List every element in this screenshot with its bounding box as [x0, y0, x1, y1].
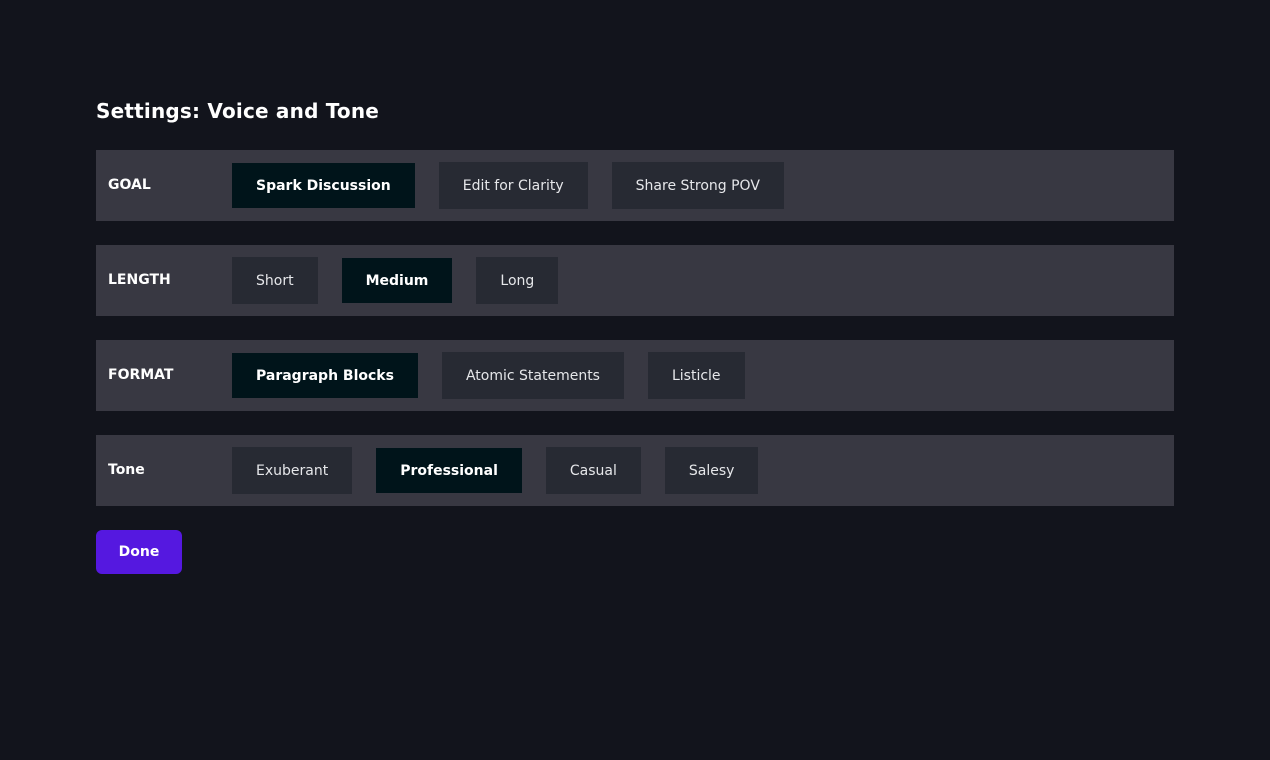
- length-option-short[interactable]: Short: [232, 257, 318, 304]
- tone-option-casual[interactable]: Casual: [545, 447, 641, 494]
- format-option-paragraph-blocks[interactable]: Paragraph Blocks: [232, 353, 418, 398]
- format-row: FORMAT Paragraph Blocks Atomic Statement…: [96, 340, 1174, 411]
- format-option-listicle[interactable]: Listicle: [647, 352, 745, 399]
- tone-option-exuberant[interactable]: Exuberant: [232, 447, 353, 494]
- length-options: Short Medium Long: [232, 257, 559, 304]
- length-label: LENGTH: [108, 272, 171, 288]
- length-option-medium[interactable]: Medium: [341, 258, 453, 303]
- goal-row: GOAL Spark Discussion Edit for Clarity S…: [96, 150, 1174, 221]
- goal-option-share-strong-pov[interactable]: Share Strong POV: [611, 162, 784, 209]
- tone-option-salesy[interactable]: Salesy: [664, 447, 759, 494]
- goal-option-edit-for-clarity[interactable]: Edit for Clarity: [438, 162, 588, 209]
- goal-option-spark-discussion[interactable]: Spark Discussion: [232, 163, 415, 208]
- tone-options: Exuberant Professional Casual Salesy: [232, 447, 759, 494]
- length-row: LENGTH Short Medium Long: [96, 245, 1174, 316]
- format-options: Paragraph Blocks Atomic Statements Listi…: [232, 352, 745, 399]
- tone-row: Tone Exuberant Professional Casual Sales…: [96, 435, 1174, 506]
- tone-label: Tone: [108, 462, 145, 478]
- done-button[interactable]: Done: [96, 530, 182, 574]
- goal-label: GOAL: [108, 177, 151, 193]
- tone-option-professional[interactable]: Professional: [376, 448, 522, 493]
- page-title: Settings: Voice and Tone: [96, 99, 380, 123]
- goal-options: Spark Discussion Edit for Clarity Share …: [232, 162, 784, 209]
- format-label: FORMAT: [108, 367, 174, 383]
- length-option-long[interactable]: Long: [476, 257, 559, 304]
- format-option-atomic-statements[interactable]: Atomic Statements: [441, 352, 624, 399]
